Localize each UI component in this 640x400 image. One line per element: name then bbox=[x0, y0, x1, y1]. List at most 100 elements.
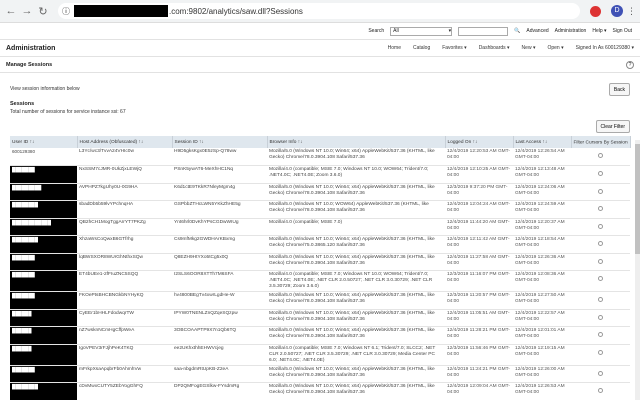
clear-filter-button[interactable]: Clear Filter bbox=[595, 120, 630, 133]
advanced-link[interactable]: Advanced bbox=[526, 28, 548, 34]
filter-cursor-radio[interactable] bbox=[598, 258, 603, 264]
site-info-icon[interactable]: ⓘ bbox=[62, 6, 70, 17]
menu-dots-icon[interactable]: ⋮ bbox=[627, 6, 636, 17]
filter-cursor-radio[interactable] bbox=[598, 297, 603, 302]
user-id-cell: ████████ bbox=[10, 200, 77, 219]
last-access-cell: 12/4/2019 12:27:50 AM GMT-04:00 bbox=[513, 291, 571, 310]
table-row: ███████ lqBWSXOR8WUrGhNthxSQw Q8EZH9HtYXo5… bbox=[10, 253, 630, 271]
back-button[interactable]: Back bbox=[608, 82, 630, 96]
nav-signed-in-as[interactable]: Signed In As 600129380 ▾ bbox=[576, 45, 634, 51]
nav-dashboards[interactable]: Dashboards ▾ bbox=[479, 45, 510, 51]
filter-cursor-cell bbox=[571, 218, 630, 236]
address-bar[interactable]: ⓘ .com:9802/analytics/saw.dll?Sessions bbox=[58, 3, 580, 19]
nav-catalog[interactable]: Catalog bbox=[413, 45, 430, 51]
search-scope-select[interactable]: All ▾ bbox=[390, 26, 453, 36]
filter-cursor-cell bbox=[571, 148, 630, 166]
filter-cursor-radio[interactable] bbox=[598, 171, 603, 176]
filter-cursor-radio[interactable] bbox=[598, 349, 603, 355]
browser-info-cell: Mozilla/4.0 (compatible; MSIE 7.0; Windo… bbox=[267, 270, 445, 292]
manage-sessions-bar: Manage Sessions ? bbox=[0, 57, 640, 73]
table-row: ███████ ET4bUEe1-2fFIuZNC5SQQ I2SLS6OOR8XT… bbox=[10, 270, 630, 292]
nav-favorites[interactable]: Favorites ▾ bbox=[442, 45, 466, 51]
extension-icon[interactable] bbox=[590, 5, 601, 17]
last-access-cell: 12/4/2019 12:24:59 AM GMT-04:00 bbox=[513, 200, 571, 219]
browser-info-cell: Mozilla/5.0 (Windows NT 10.0; Win64; x64… bbox=[267, 291, 445, 310]
logged-on-cell: 12/3/2019 11:16:07 PM GMT-04:00 bbox=[445, 270, 513, 292]
forward-arrow-icon[interactable]: → bbox=[20, 5, 34, 17]
host-address-cell: ET4bUEe1-2fFIuZNC5SQQ bbox=[77, 270, 172, 292]
back-arrow-icon[interactable]: ← bbox=[4, 5, 18, 17]
search-icon[interactable]: 🔍 bbox=[514, 28, 520, 34]
filter-cursor-radio[interactable] bbox=[598, 188, 603, 194]
browser-info-cell: Mozilla/5.0 (Windows NT 10.0; Win64; x64… bbox=[267, 253, 445, 271]
profile-avatar[interactable]: D bbox=[611, 5, 623, 17]
sign-out-link[interactable]: Sign Out bbox=[613, 28, 632, 34]
session-id-cell: ee2UKhxthhEHWVcjeg bbox=[172, 344, 267, 366]
filter-cursor-radio[interactable] bbox=[598, 314, 603, 320]
nav-open[interactable]: Open ▾ bbox=[547, 45, 563, 51]
last-access-cell: 12/4/2019 12:24:06 AM GMT-04:00 bbox=[513, 183, 571, 201]
host-address-cell: lqBWSXOR8WUrGhNthxSQw bbox=[77, 253, 172, 271]
filter-cursor-radio[interactable] bbox=[598, 206, 603, 211]
logged-on-cell: 12/4/2019 11:27:58 AM GMT-04:00 bbox=[445, 253, 513, 271]
search-label: Search bbox=[368, 28, 385, 34]
main-content: View session information below Back Sess… bbox=[0, 81, 640, 400]
help-icon[interactable]: ? bbox=[626, 60, 634, 69]
host-address-cell: XhzaWsCoQwxB6GTfrhg bbox=[77, 235, 172, 254]
filter-cursor-radio[interactable] bbox=[598, 223, 603, 229]
search-input[interactable] bbox=[458, 26, 509, 36]
logged-on-cell: 12/3/2019 11:56:46 PM GMT-04:00 bbox=[445, 344, 513, 366]
last-access-cell: 12/4/2019 12:08:36 AM GMT-04:00 bbox=[513, 270, 571, 292]
col-session-id[interactable]: Session ID ↑↓ bbox=[172, 136, 268, 148]
browser-info-cell: Mozilla/5.0 (Windows NT 10.0; Win64; x64… bbox=[267, 235, 445, 254]
table-row: ███████ NxSSM7cJMR-0UkZjxLEWjQ PSnK5ywAT6-… bbox=[10, 165, 630, 184]
administration-link[interactable]: Administration bbox=[555, 28, 587, 34]
admin-header: Administration Home Catalog Favorites ▾ … bbox=[0, 40, 640, 57]
logged-on-cell: 12/4/2019 12:09:04 AM GMT-04:00 bbox=[445, 382, 513, 400]
last-access-cell: 12/4/2019 12:26:36 AM GMT-04:00 bbox=[513, 253, 571, 271]
logged-on-cell: 12/4/2019 11:05:51 AM GMT-04:00 bbox=[445, 309, 513, 327]
host-address-cell: NxSSM7cJMR-0UkZjxLEWjQ bbox=[77, 165, 172, 184]
table-row: ██████ IgoVPEV3rFJjhPeK4TKQ ee2UKhxthhEHWV… bbox=[10, 344, 630, 366]
scroll-thumb[interactable] bbox=[635, 144, 640, 254]
host-address-cell: IgoVPEV3rFJjhPeK4TKQ bbox=[77, 344, 172, 366]
page-scrollbar[interactable] bbox=[635, 140, 640, 400]
filter-cursor-cell bbox=[571, 382, 630, 400]
nav-home[interactable]: Home bbox=[388, 45, 401, 51]
last-access-cell: 12/4/2019 12:26:53 AM GMT-04:00 bbox=[513, 382, 571, 400]
col-logged-on[interactable]: Logged On ↑↓ bbox=[445, 136, 514, 148]
table-body: 600129380 L3Yc/wc3/TvvA24VHIc0w H9D5gksKgx… bbox=[10, 148, 630, 400]
user-id-cell: ██████ bbox=[10, 309, 77, 327]
user-id-cell: ████████ bbox=[10, 235, 77, 254]
filter-cursor-radio[interactable] bbox=[598, 388, 603, 393]
user-id-cell: ███████ bbox=[10, 365, 77, 383]
host-address-cell: cDvMwxCUTY5ZEbYogGhFQ bbox=[77, 382, 172, 400]
filter-cursor-radio[interactable] bbox=[598, 241, 603, 246]
filter-cursor-cell bbox=[571, 270, 630, 292]
user-id-cell: ███████ bbox=[10, 291, 77, 310]
col-host-address[interactable]: Host Address (Obfuscated) ↑↓ bbox=[77, 136, 173, 148]
user-id-cell: █████████ bbox=[10, 183, 77, 201]
host-address-cell: nZ7wsknNCmHgCffpWeA bbox=[77, 326, 172, 345]
filter-cursor-radio[interactable] bbox=[598, 153, 603, 158]
table-row: ███████ mFrkpXsaApqbrFb0AhmhVw saa-nbgdmRt… bbox=[10, 365, 630, 383]
reload-icon[interactable]: ↻ bbox=[36, 5, 50, 18]
help-menu[interactable]: Help ▾ bbox=[592, 28, 606, 34]
session-id-cell: IPYW0TNENLZnQZqeSQzpw bbox=[172, 309, 267, 327]
user-id-cell: ██████ bbox=[10, 326, 77, 345]
filter-cursor-radio[interactable] bbox=[598, 332, 603, 337]
col-user-id[interactable]: User ID ↑↓ bbox=[10, 136, 78, 148]
filter-cursor-cell bbox=[571, 200, 630, 219]
table-row: ██████ nZ7wsknNCmHgCffpWeA 3OBCOAAPTP9X7n1… bbox=[10, 326, 630, 345]
filter-cursor-radio[interactable] bbox=[598, 276, 603, 281]
session-id-cell: GSPbbZTHcLWN5YKkZhHE5g bbox=[172, 200, 267, 219]
user-id-cell: ███████ bbox=[10, 253, 77, 271]
col-filter-cursors[interactable]: Filter Cursors By Session bbox=[571, 136, 631, 148]
user-id-cell: ██████ bbox=[10, 344, 77, 366]
host-address-cell: AVPHPZ7kgUhy0U-0G9HA bbox=[77, 183, 172, 201]
col-last-access[interactable]: Last Access ↑↓ bbox=[513, 136, 572, 148]
session-id-cell: Ynt6hrl0DvKhYPsCGDwWIUg bbox=[172, 218, 267, 236]
nav-new[interactable]: New ▾ bbox=[522, 45, 536, 51]
filter-cursor-radio[interactable] bbox=[598, 370, 603, 376]
col-browser-info[interactable]: Browser Info ↑↓ bbox=[267, 136, 446, 148]
